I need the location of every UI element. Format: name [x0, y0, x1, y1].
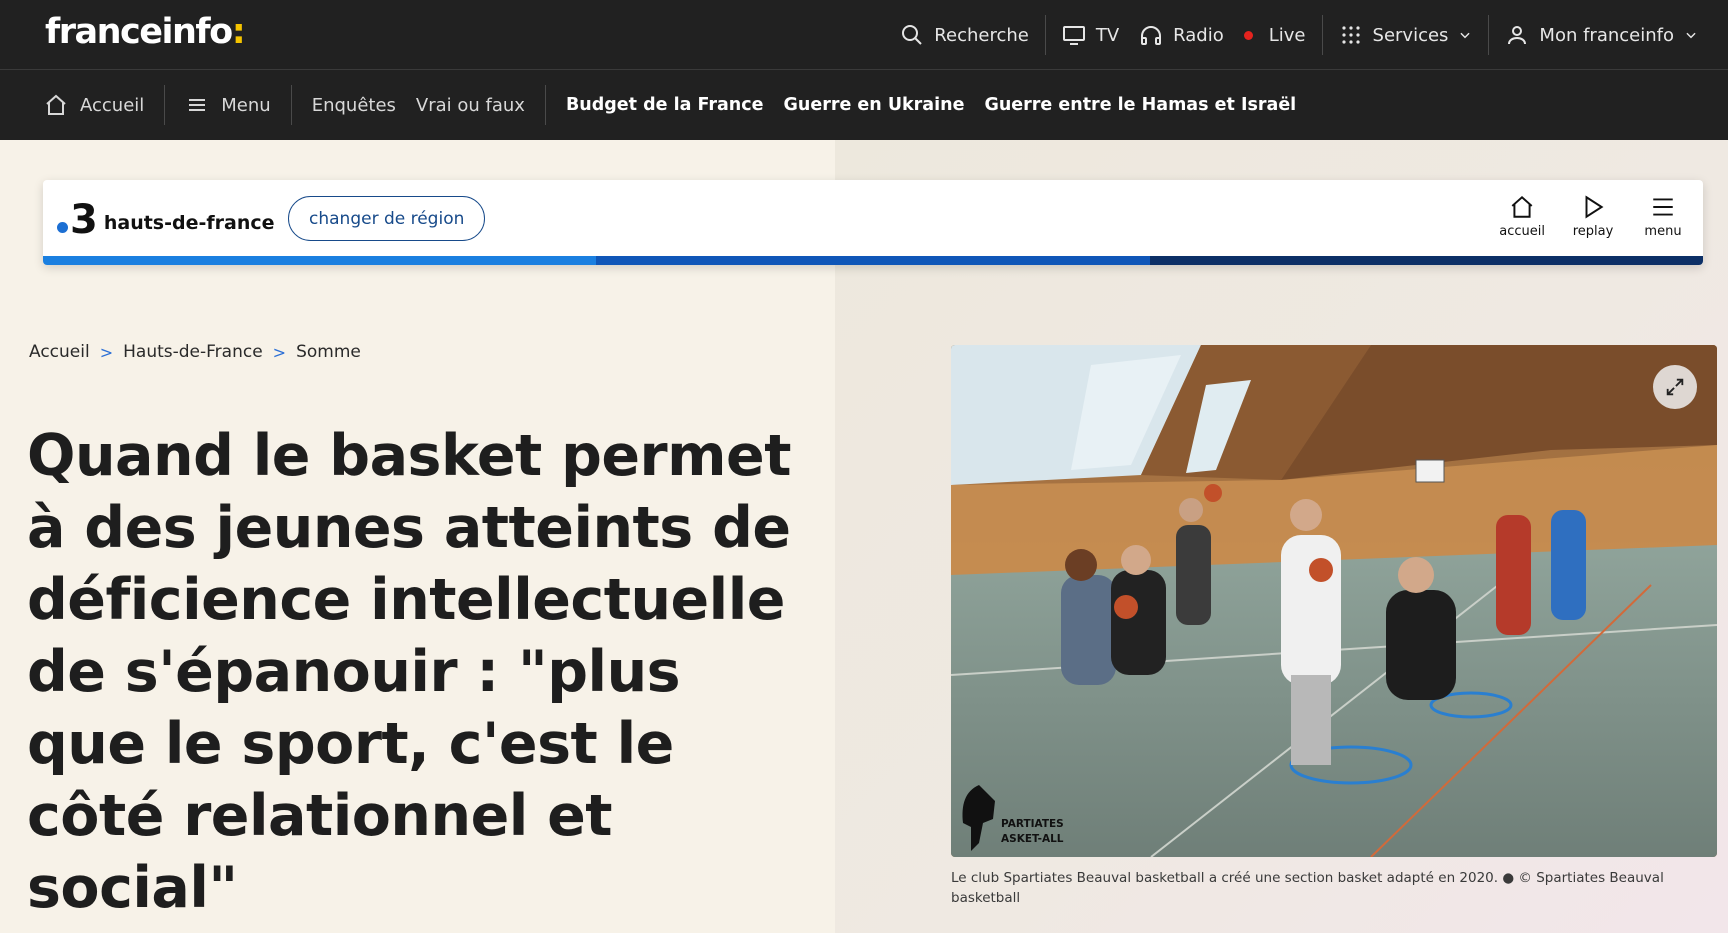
- hamburger-icon: [189, 99, 206, 111]
- home-icon: [1511, 195, 1533, 218]
- stripe-segment: [1149, 256, 1703, 265]
- breadcrumb-separator: >: [272, 342, 287, 362]
- stripe-segment: [43, 256, 597, 265]
- user-icon: [1508, 26, 1527, 45]
- franceinfo-logo[interactable]: franceinfo:: [45, 12, 246, 52]
- services-label: Services: [1372, 24, 1449, 46]
- live-button[interactable]: Live: [1234, 0, 1316, 70]
- breadcrumb: Accueil > Hauts-de-France > Somme: [29, 342, 361, 362]
- radio-label: Radio: [1173, 24, 1224, 46]
- nav-menu-label: Menu: [221, 94, 271, 116]
- services-dropdown[interactable]: Services: [1329, 0, 1483, 70]
- headphones-icon: [1141, 26, 1162, 45]
- watermark-text: PARTIATES ASKET-ALL: [1001, 817, 1064, 847]
- nav-home[interactable]: Accueil: [34, 70, 154, 140]
- breadcrumb-accueil[interactable]: Accueil: [29, 342, 90, 362]
- divider: [544, 85, 546, 125]
- tv-icon: [1062, 26, 1085, 45]
- top-bar: franceinfo: Recherche TV Radio Live Serv…: [0, 0, 1728, 70]
- region-bar: 3 hauts-de-france changer de région accu…: [43, 180, 1703, 265]
- breadcrumb-hauts-de-france[interactable]: Hauts-de-France: [123, 342, 263, 362]
- expand-image-button[interactable]: [1653, 365, 1697, 409]
- top-actions: Recherche TV Radio Live Services Mon fra…: [890, 0, 1708, 70]
- nav-highlight-ukraine[interactable]: Guerre en Ukraine: [774, 70, 975, 140]
- photo-caption: Le club Spartiates Beauval basketball a …: [951, 870, 1664, 906]
- divider: [164, 85, 166, 125]
- france3-logo[interactable]: 3 hauts-de-france: [57, 200, 275, 240]
- region-color-stripe: [43, 256, 1703, 265]
- region-home-label: accueil: [1499, 224, 1545, 239]
- tv-label: TV: [1095, 24, 1120, 46]
- home-icon: [46, 94, 66, 115]
- spartan-helmet-icon: [962, 785, 995, 851]
- play-icon: [1585, 195, 1604, 219]
- tv-button[interactable]: TV: [1052, 0, 1129, 70]
- radio-button[interactable]: Radio: [1129, 0, 1234, 70]
- divider: [1044, 15, 1046, 55]
- stripe-segment: [596, 256, 1150, 265]
- logo-text: franceinfo: [45, 12, 233, 52]
- divider: [1488, 15, 1490, 55]
- nav-menu[interactable]: Menu: [175, 70, 280, 140]
- france3-number: 3: [70, 197, 98, 243]
- nav-highlight-budget[interactable]: Budget de la France: [556, 70, 774, 140]
- divider: [290, 85, 292, 125]
- search-button[interactable]: Recherche: [890, 0, 1039, 70]
- breadcrumb-somme[interactable]: Somme: [296, 342, 361, 362]
- region-menu-button[interactable]: menu: [1641, 194, 1685, 239]
- region-actions: accueil replay menu: [1499, 194, 1685, 239]
- chevron-down-icon: [1460, 32, 1471, 39]
- region-name: hauts-de-france: [103, 212, 275, 234]
- live-dot-icon: [1243, 30, 1253, 40]
- spartiates-logo-watermark: PARTIATES ASKET-ALL: [957, 783, 1064, 853]
- search-icon: [902, 25, 923, 45]
- grid-dots-icon: [1341, 26, 1360, 44]
- region-menu-label: menu: [1644, 224, 1682, 239]
- live-label: Live: [1268, 24, 1306, 46]
- breadcrumb-separator: >: [99, 342, 114, 362]
- nav-item-vrai-ou-faux[interactable]: Vrai ou faux: [406, 70, 535, 140]
- nav-item-enquetes[interactable]: Enquêtes: [302, 70, 406, 140]
- expand-icon: [1666, 378, 1684, 396]
- main-nav: Accueil Menu Enquêtes Vrai ou faux Budge…: [0, 70, 1728, 140]
- account-dropdown[interactable]: Mon franceinfo: [1495, 0, 1708, 70]
- article-photo[interactable]: PARTIATES ASKET-ALL: [951, 345, 1717, 857]
- search-label: Recherche: [934, 24, 1029, 46]
- nav-highlight-hamas-israel[interactable]: Guerre entre le Hamas et Israël: [974, 70, 1306, 140]
- france3-dot-icon: [57, 222, 68, 233]
- hamburger-icon: [1653, 198, 1673, 216]
- logo-colon: :: [231, 12, 246, 52]
- chevron-down-icon: [1686, 32, 1696, 39]
- divider: [1321, 15, 1323, 55]
- change-region-button[interactable]: changer de région: [288, 196, 486, 241]
- region-replay-button[interactable]: replay: [1571, 194, 1615, 239]
- region-replay-label: replay: [1572, 224, 1614, 239]
- watermark-line1: PARTIATES: [1001, 818, 1064, 830]
- article-headline: Quand le basket permet à des jeunes atte…: [27, 423, 791, 921]
- region-home-button[interactable]: accueil: [1499, 194, 1545, 239]
- nav-home-label: Accueil: [80, 94, 145, 116]
- account-label: Mon franceinfo: [1539, 24, 1674, 46]
- gym-photo-illustration: [951, 345, 1717, 857]
- watermark-line2: ASKET-ALL: [1001, 833, 1064, 845]
